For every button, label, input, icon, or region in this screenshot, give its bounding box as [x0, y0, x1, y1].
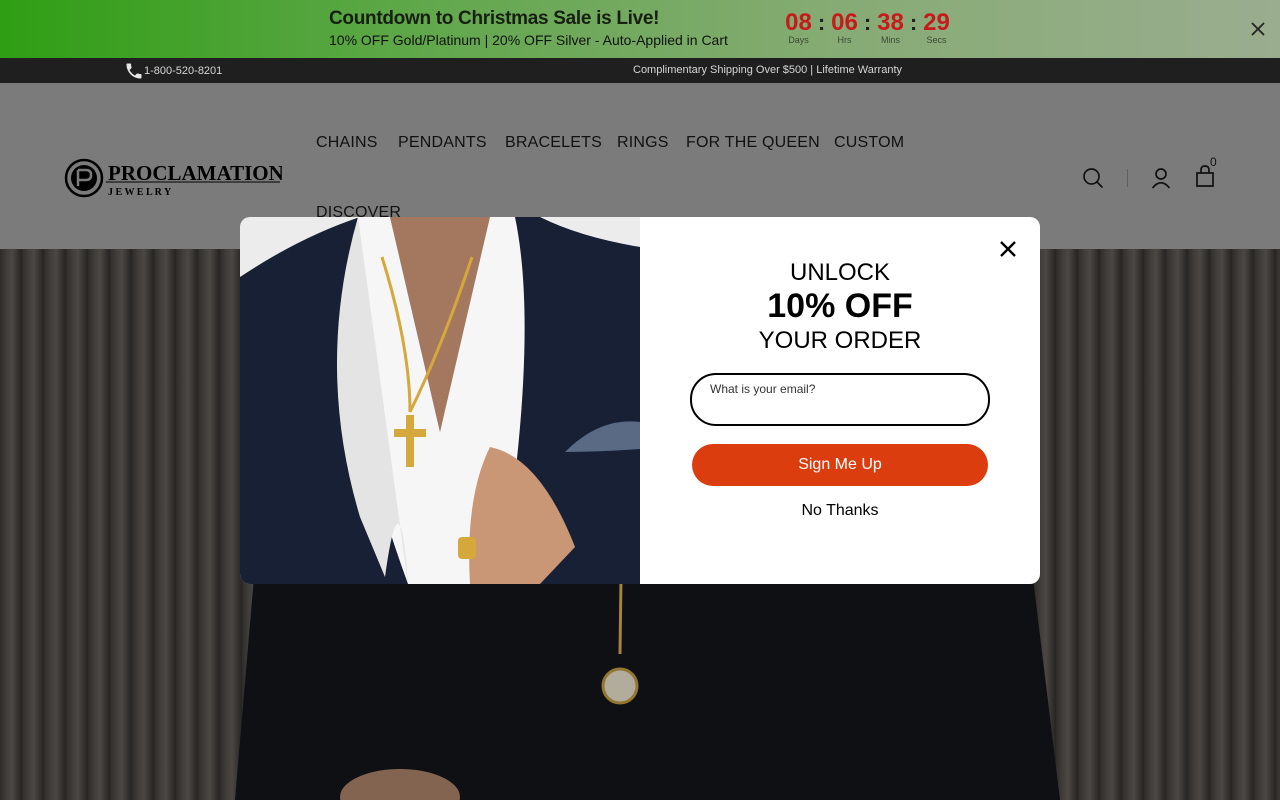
promo-subtitle: 10% OFF Gold/Platinum | 20% OFF Silver -… [329, 32, 728, 48]
nav-chains[interactable]: CHAINS [316, 134, 378, 152]
phone-number: 1-800-520-8201 [144, 64, 223, 77]
nav-rings[interactable]: RINGS [617, 134, 669, 152]
countdown-seconds: 29 Secs [920, 9, 953, 45]
countdown-value: 29 [923, 9, 950, 36]
no-thanks-link[interactable]: No Thanks [640, 502, 1040, 520]
sign-up-button[interactable]: Sign Me Up [692, 444, 988, 486]
countdown-label: Mins [880, 35, 900, 45]
header-divider [1127, 169, 1128, 187]
promo-title: Countdown to Christmas Sale is Live! [329, 8, 660, 29]
promo-bar: Countdown to Christmas Sale is Live! 10%… [0, 0, 1280, 58]
shipping-message: Complimentary Shipping Over $500 | Lifet… [633, 64, 903, 76]
countdown-value: 06 [831, 9, 858, 36]
close-icon[interactable] [998, 239, 1018, 259]
countdown-minutes: 38 Mins [874, 9, 907, 45]
phone-icon [126, 63, 142, 78]
popup-model-photo [240, 217, 640, 584]
logo-tagline: J E W E L R Y [108, 187, 172, 198]
phone-link[interactable]: 1-800-520-8201 [124, 58, 222, 83]
account-icon[interactable] [1150, 167, 1172, 194]
logo-wordmark: PROCLAMATION [108, 161, 282, 185]
cart-count: 0 [1210, 155, 1217, 169]
countdown-label: Hrs [837, 35, 852, 45]
countdown-days: 08 Days [782, 9, 815, 45]
email-input[interactable] [708, 397, 972, 419]
email-field-label: What is your email? [710, 382, 816, 396]
countdown-separator: : [817, 10, 826, 35]
nav-pendants[interactable]: PENDANTS [398, 134, 487, 152]
popup-headline-bottom: YOUR ORDER [758, 327, 922, 354]
nav-bracelets[interactable]: BRACELETS [505, 134, 602, 152]
popup-headline-top: UNLOCK [789, 259, 891, 286]
countdown-label: Days [788, 35, 809, 45]
countdown-timer: 08 Days : 06 Hrs : 38 Mins : 29 Secs [782, 9, 953, 45]
email-field[interactable]: What is your email? [690, 373, 990, 426]
popup-headline-offer: 10% OFF [767, 287, 913, 325]
nav-for-the-queen[interactable]: FOR THE QUEEN [686, 134, 820, 152]
nav-custom[interactable]: CUSTOM [834, 134, 904, 152]
countdown-hours: 06 Hrs [828, 9, 861, 45]
utility-bar: 1-800-520-8201 Complimentary Shipping Ov… [0, 58, 1280, 83]
countdown-label: Secs [926, 35, 947, 45]
site-logo[interactable]: PROCLAMATION J E W E L R Y [64, 158, 284, 205]
countdown-separator: : [863, 10, 872, 35]
discount-popup: UNLOCK 10% OFF YOUR ORDER What is your e… [640, 217, 1040, 584]
countdown-value: 08 [785, 9, 812, 36]
countdown-value: 38 [877, 9, 904, 36]
countdown-separator: : [909, 10, 918, 35]
close-icon[interactable] [1247, 18, 1269, 40]
search-icon[interactable] [1082, 167, 1104, 194]
